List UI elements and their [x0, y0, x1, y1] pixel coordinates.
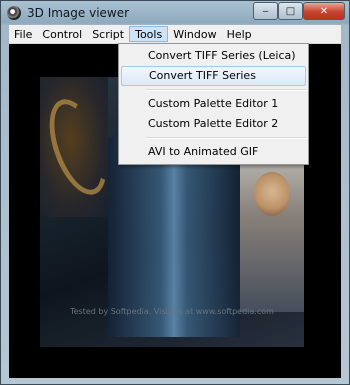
viewport-caption: Tested by Softpedia. Visit us at www.sof… [70, 307, 274, 316]
menu-script[interactable]: Script [87, 26, 129, 42]
menu-separator [146, 89, 306, 91]
swirl-graphic [38, 91, 118, 203]
menu-help[interactable]: Help [222, 26, 257, 42]
menu-window[interactable]: Window [168, 26, 221, 42]
window-title: 3D Image viewer [27, 6, 130, 20]
minimize-button[interactable]: ‒ [253, 2, 278, 20]
menu-item-palette-editor-1[interactable]: Custom Palette Editor 1 [121, 94, 306, 114]
menu-item-convert-tiff-leica[interactable]: Convert TIFF Series (Leica) [121, 46, 306, 66]
menu-item-avi-to-gif[interactable]: AVI to Animated GIF [121, 142, 306, 162]
image-panel-right [240, 152, 304, 312]
tools-dropdown-menu: Convert TIFF Series (Leica) Convert TIFF… [118, 43, 309, 165]
app-icon[interactable] [7, 6, 21, 20]
portrait-graphic [254, 172, 290, 216]
menu-tools[interactable]: Tools [129, 26, 169, 42]
close-button[interactable]: ✕ [303, 2, 345, 20]
menu-item-palette-editor-2[interactable]: Custom Palette Editor 2 [121, 114, 306, 134]
caption-buttons: ‒ □ ✕ [253, 2, 345, 20]
menu-bar: File Control Script Tools Window Help [9, 25, 341, 44]
menu-control[interactable]: Control [37, 26, 87, 42]
image-panel-left [38, 77, 118, 217]
menu-item-convert-tiff-series[interactable]: Convert TIFF Series [121, 66, 306, 86]
title-bar[interactable]: 3D Image viewer ‒ □ ✕ [1, 1, 349, 25]
maximize-button[interactable]: □ [278, 2, 303, 20]
menu-file[interactable]: File [9, 26, 37, 42]
app-window: 3D Image viewer ‒ □ ✕ File Control Scrip… [0, 0, 350, 385]
menu-separator [146, 137, 306, 139]
